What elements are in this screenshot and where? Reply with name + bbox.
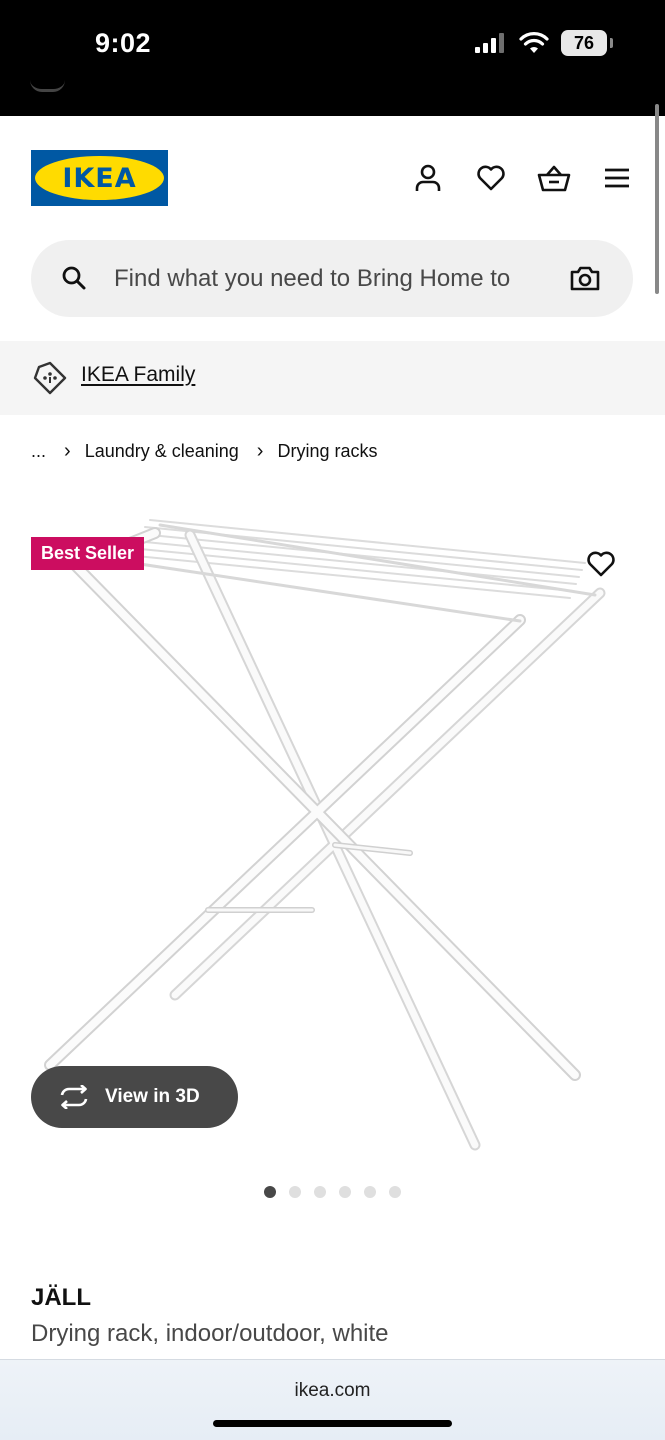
search-icon: [62, 266, 86, 290]
header-actions: [410, 160, 635, 196]
basket-icon: [537, 165, 571, 192]
breadcrumb-item-drying-racks[interactable]: Drying racks: [277, 441, 377, 462]
menu-button[interactable]: [599, 160, 635, 196]
signal-icon: [475, 33, 504, 53]
breadcrumb-item-laundry[interactable]: Laundry & cleaning: [85, 441, 239, 462]
breadcrumb-ellipsis[interactable]: ...: [31, 441, 46, 462]
carousel-dot-3[interactable]: [314, 1186, 326, 1198]
chevron-right-icon: ›: [64, 440, 71, 462]
image-carousel-dots: [264, 1186, 401, 1198]
url-text[interactable]: ikea.com: [0, 1380, 665, 1402]
ikea-logo[interactable]: IKEA: [31, 150, 168, 206]
cart-button[interactable]: [536, 160, 572, 196]
carousel-dot-2[interactable]: [289, 1186, 301, 1198]
rotate-3d-icon: [60, 1085, 88, 1109]
product-description: Drying rack, indoor/outdoor, white: [31, 1320, 389, 1347]
browser-address-bar[interactable]: ikea.com: [0, 1359, 665, 1440]
view-in-3d-label: View in 3D: [105, 1086, 200, 1107]
add-to-favourites-heart-icon[interactable]: [586, 550, 616, 578]
battery-indicator: 76: [561, 30, 613, 56]
tag-icon: [33, 361, 67, 395]
product-name: JÄLL: [31, 1284, 91, 1311]
heart-icon: [477, 165, 505, 191]
search-bar[interactable]: Find what you need to Bring Home to: [31, 240, 633, 317]
ikea-family-bar: IKEA Family: [0, 341, 665, 415]
carousel-dot-6[interactable]: [389, 1186, 401, 1198]
ikea-family-link[interactable]: IKEA Family: [81, 363, 195, 387]
best-seller-badge: Best Seller: [31, 537, 145, 570]
user-icon: [415, 164, 441, 191]
chevron-right-icon: ›: [256, 440, 264, 462]
site-header: IKEA Find what you need to Bring Home to: [0, 116, 665, 341]
status-icons: 76: [475, 30, 613, 56]
carousel-dot-4[interactable]: [339, 1186, 351, 1198]
wifi-icon: [519, 32, 549, 53]
carousel-dot-5[interactable]: [364, 1186, 376, 1198]
camera-icon[interactable]: [570, 264, 600, 292]
carousel-dot-1[interactable]: [264, 1186, 276, 1198]
scrollbar[interactable]: [655, 104, 659, 294]
favourites-button[interactable]: [473, 160, 509, 196]
breadcrumb: ... › Laundry & cleaning › Drying racks: [31, 440, 378, 463]
logo-text: IKEA: [62, 162, 137, 194]
view-in-3d-button[interactable]: View in 3D: [31, 1066, 238, 1128]
status-time: 9:02: [95, 28, 152, 58]
previous-page-peek: [30, 80, 65, 92]
hamburger-menu-icon: [605, 168, 629, 188]
home-indicator: [213, 1420, 452, 1427]
status-bar: 9:02 76: [0, 0, 665, 116]
search-input[interactable]: Find what you need to Bring Home to: [114, 265, 554, 293]
account-button[interactable]: [410, 160, 446, 196]
